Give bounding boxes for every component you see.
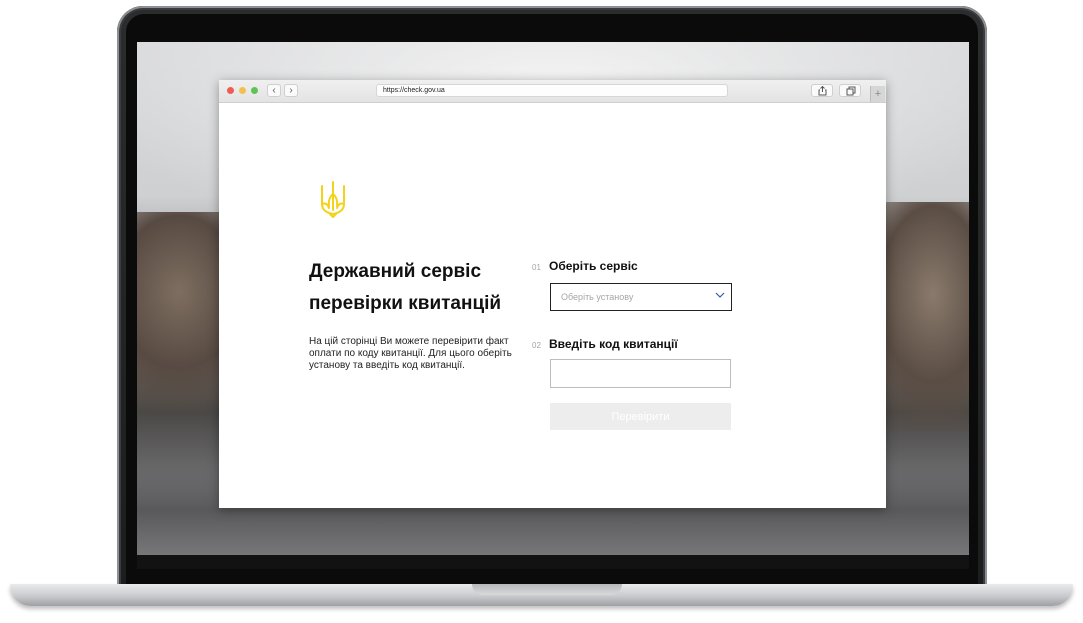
minimize-light[interactable]	[239, 87, 246, 94]
laptop-notch	[472, 584, 622, 595]
step1-number: 01	[532, 263, 541, 272]
step2-label: Введіть код квитанції	[549, 337, 678, 351]
page-title: Державний сервіс перевірки квитанцій	[309, 256, 529, 320]
close-light[interactable]	[227, 87, 234, 94]
institution-select[interactable]: Оберіть установу	[550, 283, 732, 311]
page-description: На цій сторінці Ви можете перевірити фак…	[309, 336, 512, 371]
institution-select-placeholder: Оберіть установу	[561, 292, 634, 302]
share-icon	[818, 86, 827, 96]
page-title-line2: перевірки квитанцій	[309, 293, 502, 314]
trident-icon	[321, 181, 345, 218]
screen-bottom-bezel	[137, 555, 969, 569]
step1-label: Оберіть сервіс	[549, 259, 638, 273]
check-button[interactable]: Перевірити	[550, 403, 731, 430]
receipt-code-input[interactable]	[550, 359, 731, 388]
tabs-icon	[846, 86, 856, 96]
maximize-light[interactable]	[251, 87, 258, 94]
share-button[interactable]	[811, 84, 833, 97]
address-bar[interactable]: https://check.gov.ua	[376, 84, 728, 97]
back-button[interactable]: ‹	[267, 84, 281, 97]
browser-toolbar: ‹ › https://check.gov.ua +	[219, 80, 886, 103]
chevron-down-icon	[715, 292, 725, 298]
laptop-mockup: ‹ › https://check.gov.ua + Державний сер…	[0, 0, 1083, 623]
browser-window: ‹ › https://check.gov.ua + Державний сер…	[219, 80, 886, 508]
page-title-line1: Державний сервіс	[309, 261, 482, 282]
new-tab-button[interactable]: +	[870, 86, 885, 102]
tabs-button[interactable]	[839, 84, 861, 97]
forward-button[interactable]: ›	[284, 84, 298, 97]
step2-number: 02	[532, 341, 541, 350]
